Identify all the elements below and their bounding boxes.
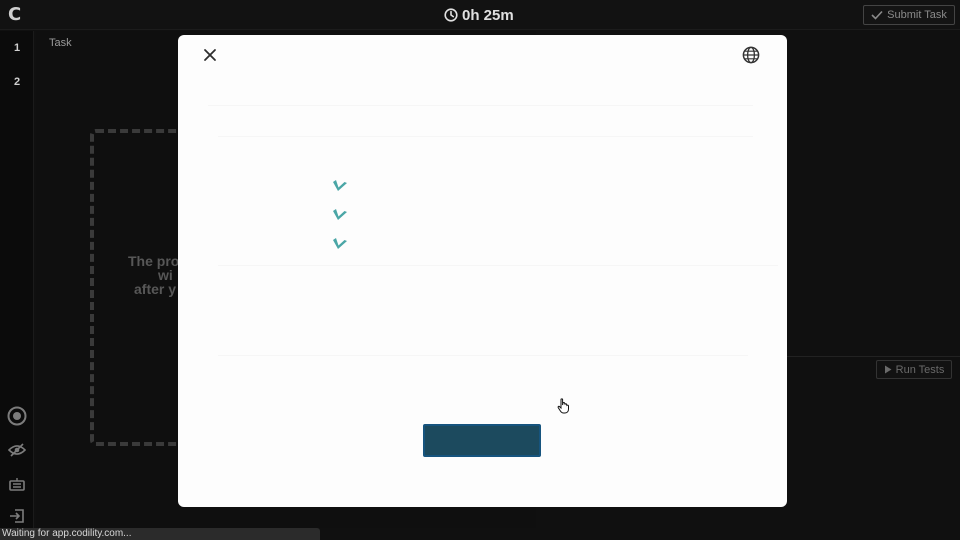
eye-slash-icon[interactable] — [7, 440, 27, 460]
submit-task-button[interactable]: Submit Task — [863, 5, 955, 25]
browser-status-bar: Waiting for app.codility.com... — [0, 528, 320, 540]
faint-divider — [208, 105, 753, 106]
checkmark-icon — [333, 238, 347, 249]
modal-dialog — [178, 35, 787, 507]
exit-icon[interactable] — [7, 506, 27, 526]
timer: 0h 25m — [444, 5, 514, 25]
side-navigation: 1 2 — [0, 31, 34, 528]
keyboard-icon[interactable] — [7, 474, 27, 494]
check-icon — [871, 10, 883, 20]
checkmark-icon — [333, 209, 347, 220]
checklist-item — [332, 235, 358, 253]
timer-value: 0h 25m — [462, 6, 514, 24]
task-tab-1[interactable]: 1 — [0, 42, 34, 54]
checklist-item — [332, 206, 358, 224]
settings-icon[interactable] — [7, 406, 27, 426]
clock-icon — [444, 8, 458, 22]
checklist-item — [332, 177, 358, 195]
globe-icon[interactable] — [740, 44, 762, 66]
submit-task-label: Submit Task — [887, 9, 947, 21]
primary-action-button[interactable] — [423, 424, 541, 457]
task-tab-2[interactable]: 2 — [0, 76, 34, 88]
faint-divider — [218, 136, 753, 137]
faint-divider — [218, 355, 748, 356]
task-heading: Task — [49, 37, 72, 49]
run-tests-button[interactable]: Run Tests — [876, 360, 952, 379]
editor-divider — [786, 356, 960, 357]
play-icon — [884, 365, 892, 374]
hand-cursor-icon — [557, 398, 569, 414]
run-tests-label: Run Tests — [895, 363, 945, 376]
faint-divider — [218, 265, 778, 266]
checkmark-icon — [333, 180, 347, 191]
top-bar: C 0h 25m Submit Task — [0, 0, 960, 30]
codility-logo: C — [8, 4, 22, 25]
close-icon[interactable] — [200, 45, 220, 65]
